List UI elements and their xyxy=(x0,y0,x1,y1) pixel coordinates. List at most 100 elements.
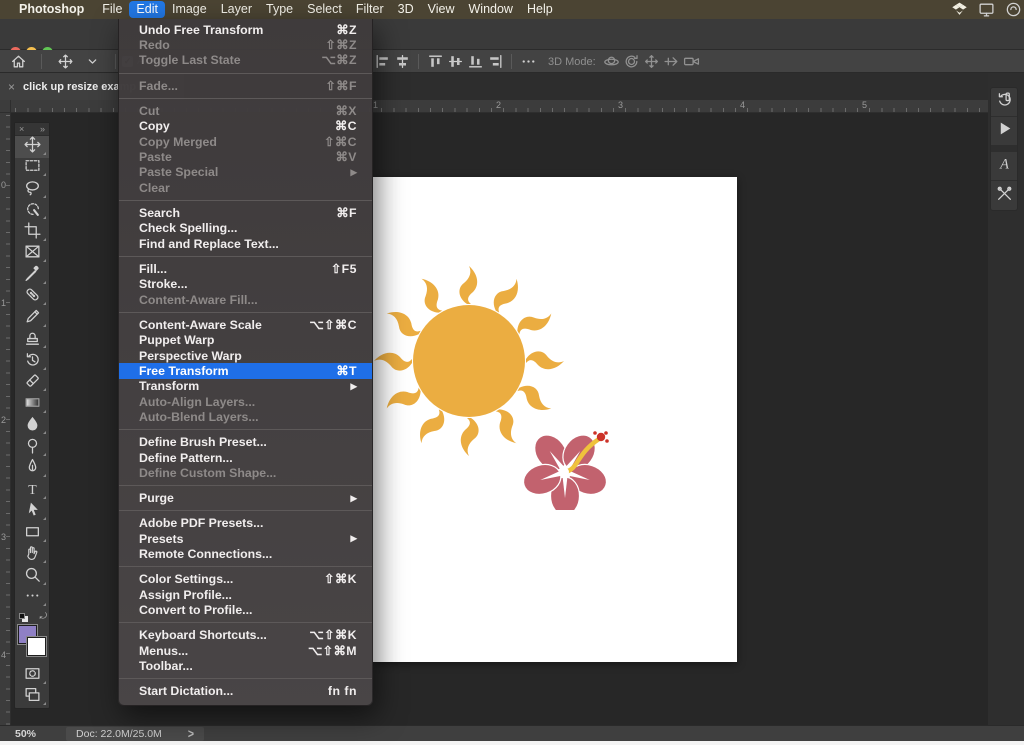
edit-toolbar-button[interactable] xyxy=(15,588,49,610)
menubar-item-image[interactable]: Image xyxy=(165,1,214,18)
menu-item-presets[interactable]: Presets▶ xyxy=(119,531,372,546)
menu-item-auto-align-layers[interactable]: Auto-Align Layers... xyxy=(119,394,372,409)
menu-item-cut[interactable]: Cut⌘X xyxy=(119,103,372,118)
menu-item-content-aware-scale[interactable]: Content-Aware Scale⌥⇧⌘C xyxy=(119,317,372,332)
menubar-item-file[interactable]: File xyxy=(95,1,129,18)
blur-tool[interactable] xyxy=(15,416,49,438)
menu-item-content-aware-fill[interactable]: Content-Aware Fill... xyxy=(119,292,372,307)
menu-item-paste-special[interactable]: Paste Special▶ xyxy=(119,165,372,180)
menu-item-toolbar[interactable]: Toolbar... xyxy=(119,658,372,673)
tab-close-icon[interactable]: × xyxy=(8,80,15,94)
screen-mode-button[interactable] xyxy=(15,687,49,709)
menu-item-color-settings[interactable]: Color Settings...⇧⌘K xyxy=(119,572,372,587)
frame-tool[interactable] xyxy=(15,244,49,266)
history-brush-tool[interactable] xyxy=(15,351,49,373)
type-tool[interactable]: T xyxy=(15,480,49,502)
quick-mask-button[interactable] xyxy=(15,665,49,687)
menu-item-assign-profile[interactable]: Assign Profile... xyxy=(119,587,372,602)
menu-item-stroke[interactable]: Stroke... xyxy=(119,277,372,292)
menu-item-adobe-pdf-presets[interactable]: Adobe PDF Presets... xyxy=(119,516,372,531)
move-tool[interactable] xyxy=(15,136,49,158)
tools-panel-collapse-icon[interactable]: » xyxy=(40,124,45,134)
menu-item-define-pattern[interactable]: Define Pattern... xyxy=(119,450,372,465)
align-bottom-icon[interactable] xyxy=(465,52,485,72)
menu-item-auto-blend-layers[interactable]: Auto-Blend Layers... xyxy=(119,410,372,425)
menu-item-fade[interactable]: Fade...⇧⌘F xyxy=(119,78,372,93)
menubar-item-3d[interactable]: 3D xyxy=(391,1,421,18)
menu-item-free-transform[interactable]: Free Transform⌘T xyxy=(119,363,372,378)
eraser-tool[interactable] xyxy=(15,373,49,395)
clone-stamp-tool[interactable] xyxy=(15,330,49,352)
zoom-level[interactable]: 50% xyxy=(15,728,36,740)
shape-tool[interactable] xyxy=(15,523,49,545)
align-right-icon[interactable] xyxy=(485,52,505,72)
menu-item-undo-free-transform[interactable]: Undo Free Transform⌘Z xyxy=(119,22,372,37)
menubar-item-layer[interactable]: Layer xyxy=(214,1,259,18)
vertical-ruler[interactable]: 01234 xyxy=(0,113,11,725)
brush-tool[interactable] xyxy=(15,308,49,330)
status-chevron-icon[interactable]: > xyxy=(188,726,194,741)
menubar-item-filter[interactable]: Filter xyxy=(349,1,391,18)
display-icon[interactable] xyxy=(978,1,995,18)
path-selection-tool[interactable] xyxy=(15,502,49,524)
menu-item-keyboard-shortcuts[interactable]: Keyboard Shortcuts...⌥⇧⌘K xyxy=(119,628,372,643)
hand-tool[interactable] xyxy=(15,545,49,567)
menubar-item-help[interactable]: Help xyxy=(520,1,560,18)
background-color-swatch[interactable] xyxy=(27,637,46,656)
menu-item-toggle-last-state[interactable]: Toggle Last State⌥⌘Z xyxy=(119,53,372,68)
menubar-item-select[interactable]: Select xyxy=(300,1,349,18)
align-center-v-icon[interactable] xyxy=(445,52,465,72)
character-panel-button[interactable]: A xyxy=(991,152,1017,181)
lasso-tool[interactable] xyxy=(15,179,49,201)
chevron-down-icon[interactable] xyxy=(82,51,102,71)
menu-item-remote-connections[interactable]: Remote Connections... xyxy=(119,547,372,562)
menubar-item-type[interactable]: Type xyxy=(259,1,300,18)
align-left-icon[interactable] xyxy=(372,52,392,72)
menubar-item-view[interactable]: View xyxy=(421,1,462,18)
tool-presets-panel-button[interactable] xyxy=(991,181,1017,210)
menu-item-define-custom-shape[interactable]: Define Custom Shape... xyxy=(119,465,372,480)
menu-item-fill[interactable]: Fill...⇧F5 xyxy=(119,261,372,276)
eyedropper-tool[interactable] xyxy=(15,265,49,287)
pen-tool[interactable] xyxy=(15,459,49,481)
zoom-tool[interactable] xyxy=(15,566,49,588)
dodge-tool[interactable] xyxy=(15,437,49,459)
menu-item-transform[interactable]: Transform▶ xyxy=(119,379,372,394)
menu-item-start-dictation[interactable]: Start Dictation...fn fn xyxy=(119,684,372,699)
menu-item-menus[interactable]: Menus...⌥⇧⌘M xyxy=(119,643,372,658)
menu-item-check-spelling[interactable]: Check Spelling... xyxy=(119,221,372,236)
tools-panel-close-icon[interactable]: × xyxy=(19,124,24,134)
gradient-tool[interactable] xyxy=(15,394,49,416)
menu-item-copy[interactable]: Copy⌘C xyxy=(119,119,372,134)
document-canvas[interactable] xyxy=(373,177,737,662)
history-panel-button[interactable] xyxy=(991,88,1017,117)
default-colors-icon[interactable] xyxy=(19,613,28,622)
creative-cloud-icon[interactable] xyxy=(1005,1,1022,18)
menu-item-copy-merged[interactable]: Copy Merged⇧⌘C xyxy=(119,134,372,149)
dropbox-icon[interactable] xyxy=(951,1,968,18)
menu-item-find-and-replace-text[interactable]: Find and Replace Text... xyxy=(119,236,372,251)
menubar-item-photoshop[interactable]: Photoshop xyxy=(12,1,91,18)
menu-item-search[interactable]: Search⌘F xyxy=(119,205,372,220)
quick-selection-tool[interactable] xyxy=(15,201,49,223)
rectangular-marquee-tool[interactable] xyxy=(15,158,49,180)
align-top-icon[interactable] xyxy=(425,52,445,72)
align-center-h-icon[interactable] xyxy=(392,52,412,72)
move-tool-icon[interactable] xyxy=(55,51,75,71)
menubar-item-window[interactable]: Window xyxy=(462,1,520,18)
menu-item-perspective-warp[interactable]: Perspective Warp xyxy=(119,348,372,363)
crop-tool[interactable] xyxy=(15,222,49,244)
menu-item-clear[interactable]: Clear xyxy=(119,180,372,195)
menu-item-redo[interactable]: Redo⇧⌘Z xyxy=(119,37,372,52)
menu-item-paste[interactable]: Paste⌘V xyxy=(119,149,372,164)
healing-brush-tool[interactable] xyxy=(15,287,49,309)
menu-item-convert-to-profile[interactable]: Convert to Profile... xyxy=(119,603,372,618)
menubar-item-edit[interactable]: Edit xyxy=(129,1,165,18)
document-size-field[interactable]: Doc: 22.0M/25.0M > xyxy=(66,727,204,741)
home-icon[interactable] xyxy=(8,51,28,71)
menu-item-define-brush-preset[interactable]: Define Brush Preset... xyxy=(119,435,372,450)
actions-panel-button[interactable] xyxy=(991,117,1017,146)
swap-colors-icon[interactable]: ⤾ xyxy=(40,611,48,622)
menu-item-puppet-warp[interactable]: Puppet Warp xyxy=(119,333,372,348)
ellipsis-icon[interactable] xyxy=(518,52,538,72)
